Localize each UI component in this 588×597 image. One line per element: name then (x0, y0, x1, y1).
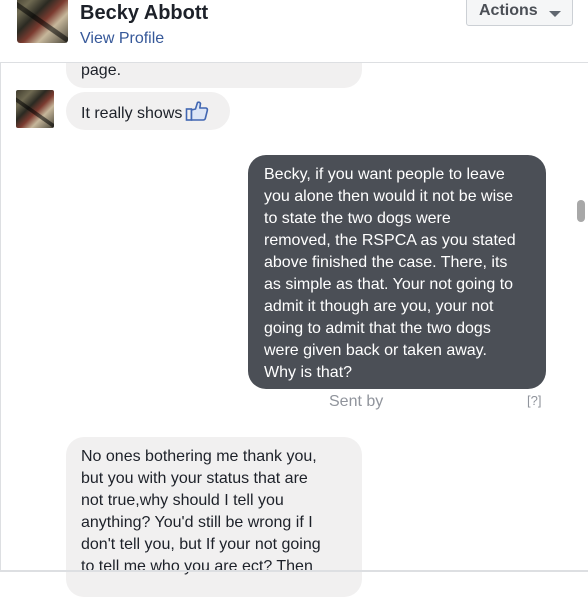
message-bubble-incoming: No ones bothering me thank you, but you … (66, 437, 362, 597)
message-line: were given back or taken away. (264, 342, 487, 359)
message-text: page. (81, 62, 122, 79)
message-bubble-outgoing: Becky, if you want people to leave you a… (248, 155, 546, 389)
actions-button[interactable]: Actions (466, 0, 573, 26)
message-line: don't tell you, but If your not going (81, 536, 321, 553)
thumbs-up-icon (185, 100, 209, 129)
chevron-down-icon (549, 11, 561, 17)
message-line: to state the two dogs were (264, 210, 451, 227)
message-line: going to admit that the two dogs (264, 320, 491, 337)
scrollbar-thumb[interactable] (577, 200, 585, 222)
left-border (0, 0, 1, 572)
message-line: not true,why should I tell you (81, 492, 284, 509)
message-line: Why is that? (264, 364, 353, 381)
view-profile-link[interactable]: View Profile (80, 30, 164, 48)
message-line: but you with your status that are (81, 470, 308, 487)
contact-name[interactable]: Becky Abbott (80, 2, 208, 25)
message-line: as simple as that. Your not going to (264, 276, 514, 293)
message-line: above finished the case. There, its (264, 254, 508, 271)
message-line: admit it though are you, your not (264, 298, 494, 315)
message-line: you alone then would it not be wise (264, 188, 514, 205)
actions-label: Actions (479, 2, 538, 19)
message-text: It really shows (81, 105, 183, 122)
sent-by-label: Sent by (329, 393, 384, 410)
message-bubble-incoming: It really shows (66, 92, 230, 130)
message-line: Becky, if you want people to leave (264, 166, 505, 183)
help-link[interactable]: [?] (527, 393, 541, 408)
message-line: No ones bothering me thank you, (81, 448, 317, 465)
conversation-header: Becky Abbott View Profile Actions (0, 0, 588, 63)
profile-avatar[interactable] (17, 0, 68, 43)
message-line: to tell me who you are ect? Then (81, 558, 313, 575)
contact-avatar[interactable] (16, 90, 54, 128)
message-line: anything? You'd still be wrong if I (81, 514, 313, 531)
message-line: removed, the RSPCA as you stated (264, 232, 516, 249)
